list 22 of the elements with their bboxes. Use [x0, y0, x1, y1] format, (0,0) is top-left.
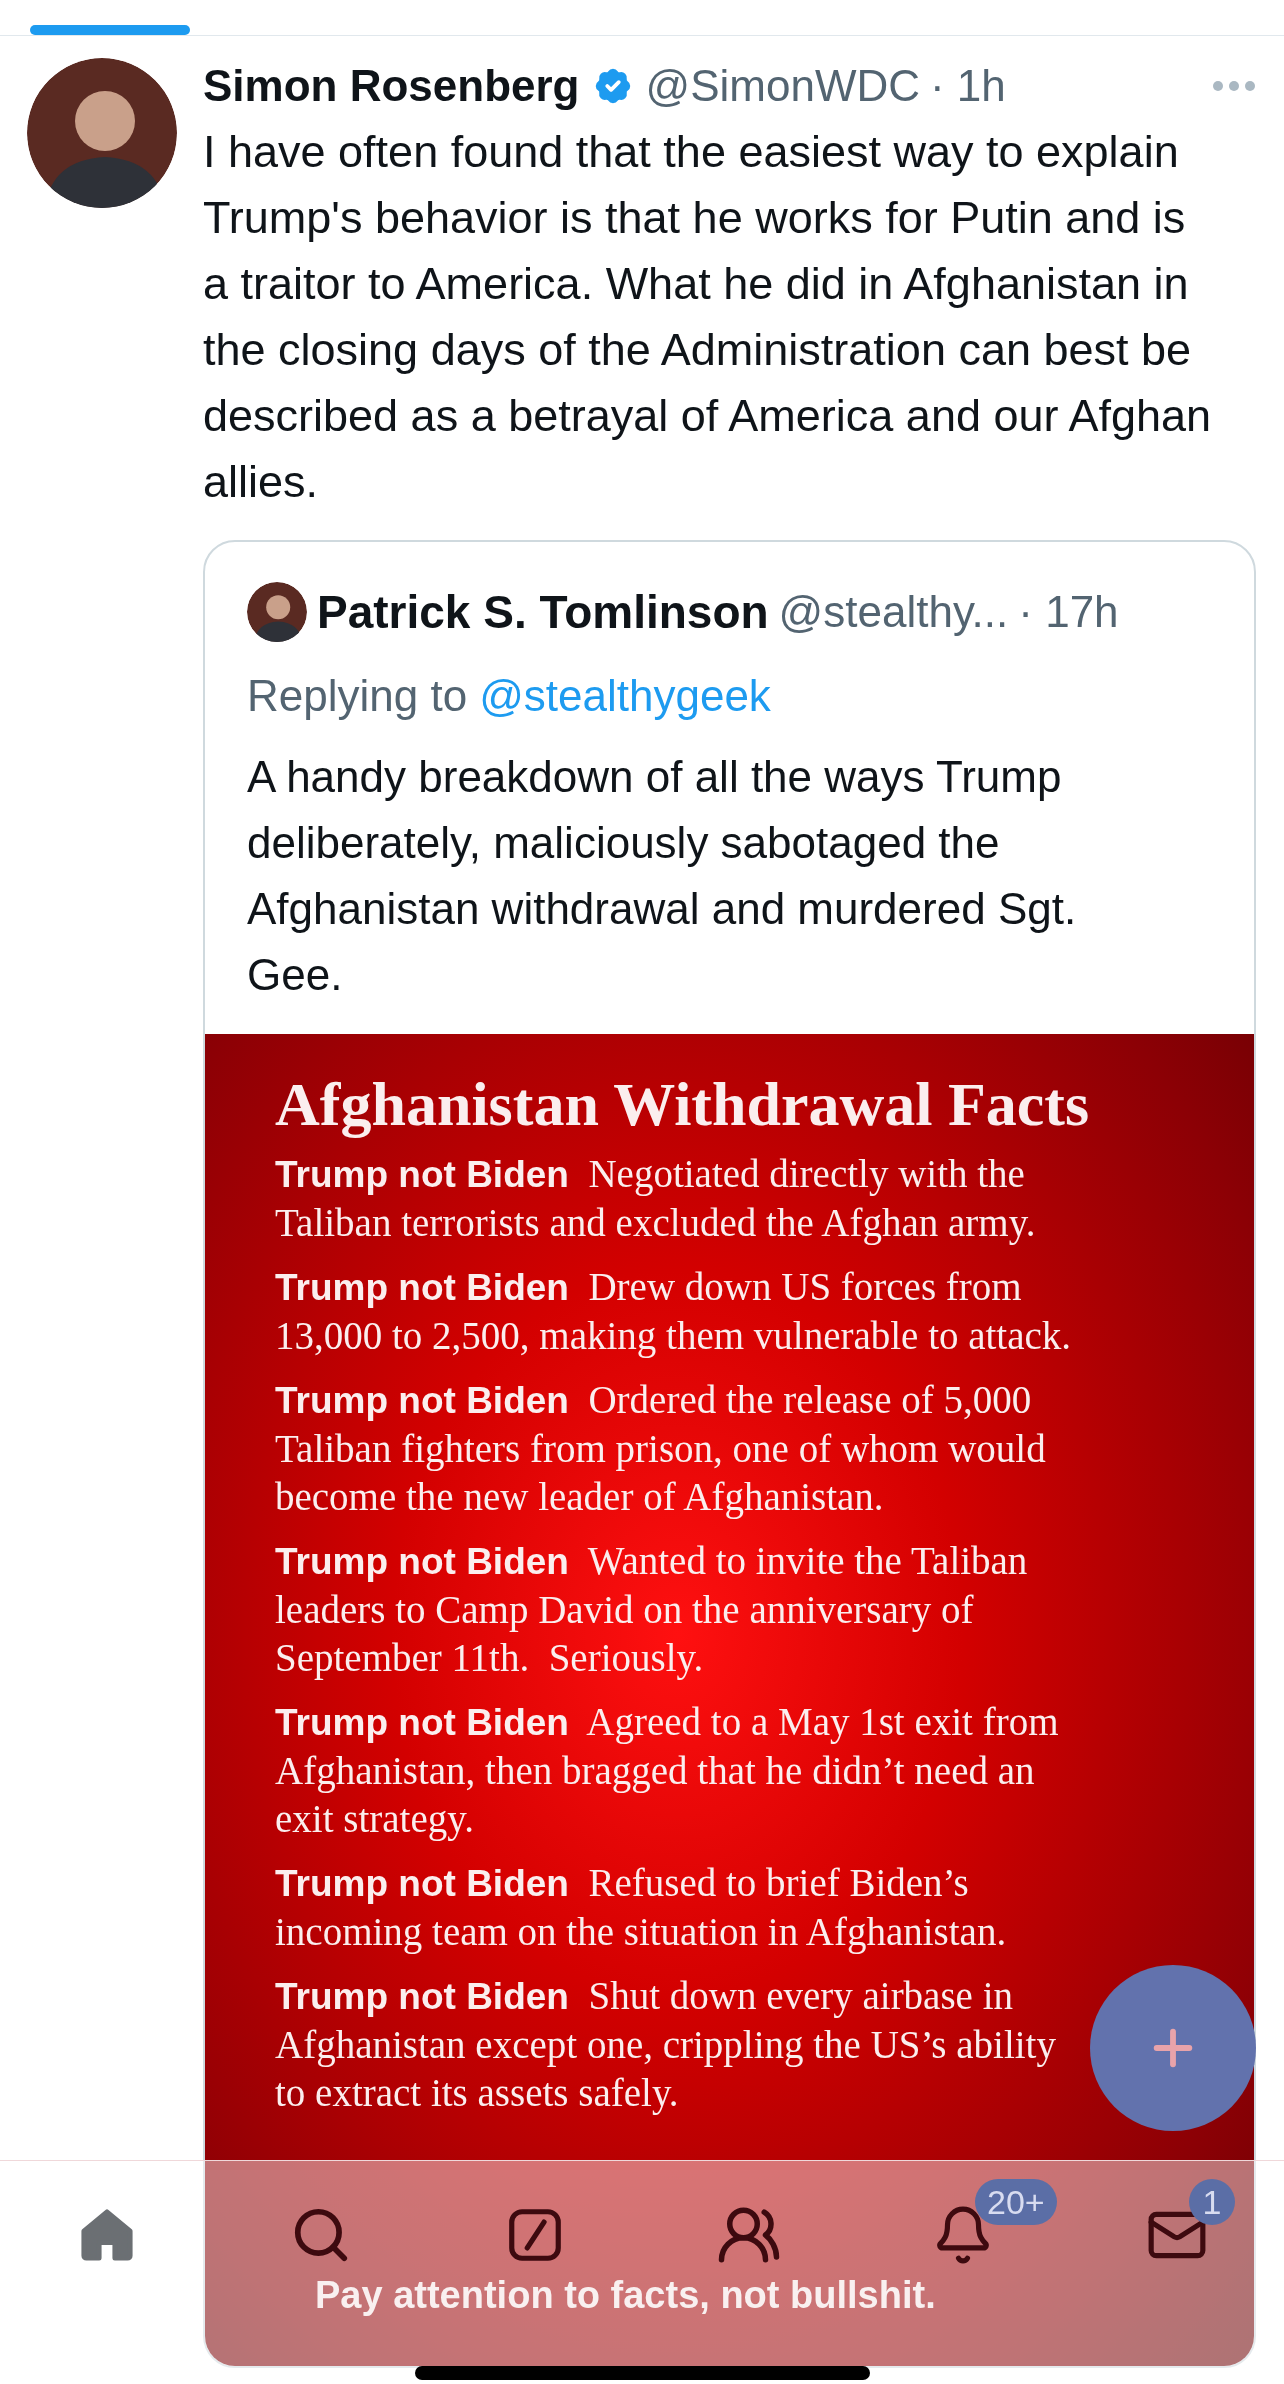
- avatar[interactable]: [27, 58, 177, 208]
- author-name[interactable]: Patrick S. Tomlinson: [317, 577, 769, 647]
- tweet-text: I have often found that the easiest way to explain Trump's behavior is that he works for Putin and is a traitor to America. What he did in Afghanistan in the closing days of the Administration can best be described as a betrayal of America and our Afghan allies.: [203, 125, 1213, 509]
- quote-text: A handy breakdown of all the ways Trump deliberately, maliciously sabotaged the Afghanistan withdrawal and murdered Sgt. Gee.: [247, 751, 1078, 1001]
- author-handle: @stealthy...: [778, 586, 1009, 638]
- post-time: · 1h: [929, 60, 1006, 112]
- post-time: · 17h: [1018, 586, 1119, 638]
- graphic-title: Afghanistan Withdrawal Facts: [275, 1069, 1091, 1140]
- fact-text: Trump not Biden Negotiated directly with the Taliban terrorists and excluded the Afghan army.: [275, 1151, 1037, 1247]
- fact-text: Trump not Biden Drew down US forces from 13,000 to 2,500, making them vulnerable to attack.: [275, 1264, 1073, 1360]
- author-handle: @SimonWDC: [645, 60, 920, 112]
- fact-text: Trump not Biden Shut down every airbase in Afghanistan except one, crippling the US’s ability to extract its assets safely.: [275, 1973, 1057, 2117]
- fact-text: Trump not Biden Refused to brief Biden’s incoming team on the situation in Afghanistan.: [275, 1860, 1008, 1956]
- avatar[interactable]: [247, 582, 307, 642]
- quote-card[interactable]: [203, 540, 1256, 2368]
- fact-text: Trump not Biden Wanted to invite the Taliban leaders to Camp David on the anniversary of September 11th. Seriously.: [275, 1538, 1029, 1682]
- replying-label: Replying to: [247, 670, 468, 722]
- graphic-footer: Pay attention to facts, not bullshit.: [315, 2267, 936, 2324]
- fact-text: Trump not Biden Ordered the release of 5,000 Taliban fighters from prison, one of whom would become the new leader of Afghanistan.: [275, 1377, 1047, 1521]
- author-name[interactable]: Simon Rosenberg: [203, 53, 580, 119]
- fact-text: Trump not Biden Agreed to a May 1st exit from Afghanistan, then bragged that he didn’t need an exit strategy.: [275, 1699, 1060, 1843]
- notification-badge: 20+: [975, 2179, 1057, 2225]
